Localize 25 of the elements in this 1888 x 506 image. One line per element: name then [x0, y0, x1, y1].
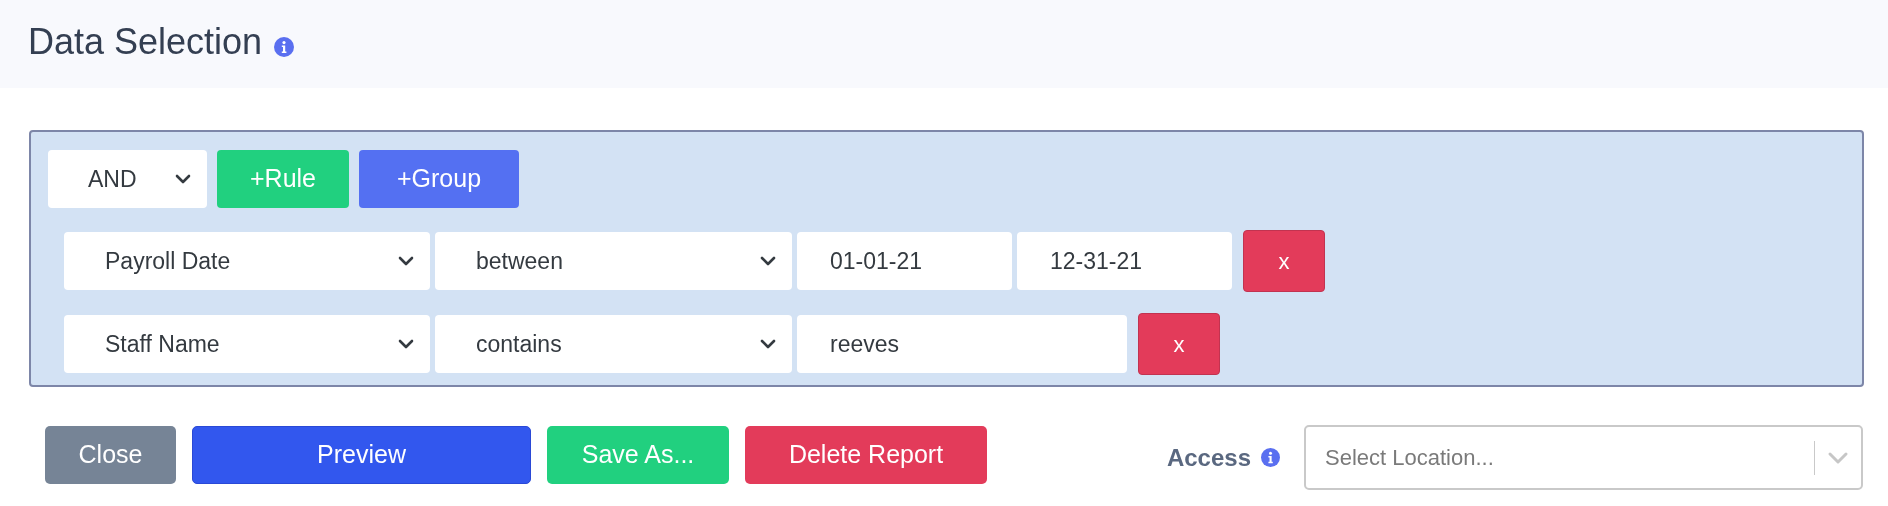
conjunction-select[interactable]: AND [48, 150, 207, 208]
remove-rule-button[interactable]: x [1243, 230, 1325, 292]
add-group-button[interactable]: +Group [359, 150, 519, 208]
info-icon [1261, 448, 1280, 467]
info-icon [274, 37, 295, 57]
value-field[interactable]: reeves [797, 315, 1127, 373]
location-select[interactable]: Select Location... [1304, 425, 1863, 490]
chevron-down-icon [398, 256, 414, 266]
value-field[interactable]: 12-31-21 [1017, 232, 1232, 290]
page-title: Data Selection [28, 24, 263, 64]
delete-report-button[interactable]: Delete Report [745, 425, 987, 484]
chevron-down-icon [398, 339, 414, 349]
close-button[interactable]: Close [45, 425, 176, 484]
field-select[interactable]: Payroll Date [64, 232, 430, 290]
chevron-down-icon [760, 339, 776, 349]
field-select[interactable]: Staff Name [64, 315, 430, 373]
operator-select[interactable]: between [435, 232, 792, 290]
chevron-down-icon [1827, 450, 1849, 465]
remove-rule-button[interactable]: x [1138, 313, 1220, 375]
access-label: Access [1166, 442, 1251, 473]
operator-select[interactable]: contains [435, 315, 792, 373]
preview-button[interactable]: Preview [192, 425, 531, 484]
chevron-down-icon [760, 256, 776, 266]
chevron-down-icon [175, 174, 191, 184]
value-field[interactable]: 01-01-21 [797, 232, 1012, 290]
